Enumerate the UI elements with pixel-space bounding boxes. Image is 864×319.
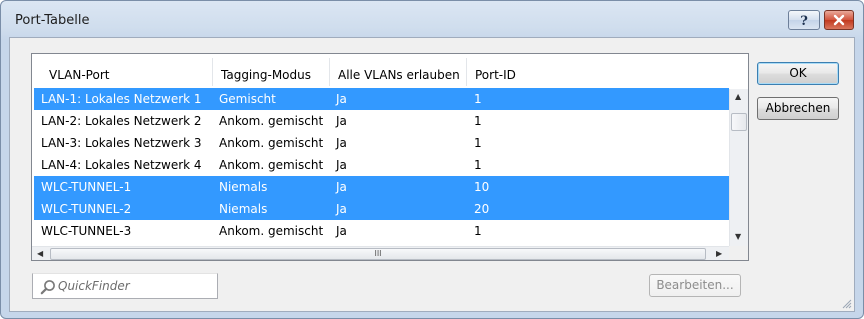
column-header-allow-all-vlans[interactable]: Alle VLANs erlauben (329, 54, 460, 89)
scroll-up-icon[interactable]: ▲ (735, 92, 741, 101)
cell-port-id: 10 (474, 180, 490, 194)
table-row[interactable]: WLC-TUNNEL-1 Niemals Ja 10 (34, 176, 729, 198)
cell-tagging-mode: Niemals (219, 202, 268, 216)
cell-vlan-port: WLC-TUNNEL-3 (41, 224, 132, 238)
cell-allow-all-vlans: Ja (336, 136, 347, 150)
scroll-down-icon[interactable]: ▼ (735, 232, 741, 241)
cell-vlan-port: LAN-4: Lokales Netzwerk 4 (41, 158, 202, 172)
dialog-window: Port-Tabelle ? VLAN-Port Tagging-Modus A… (0, 0, 864, 319)
quickfinder-search-input[interactable]: QuickFinder (32, 273, 218, 299)
window-title: Port-Tabelle (15, 13, 90, 28)
close-button[interactable] (824, 10, 854, 30)
cell-allow-all-vlans: Ja (336, 158, 347, 172)
resize-grip-icon[interactable] (840, 297, 852, 309)
cell-port-id: 1 (474, 114, 482, 128)
search-icon (40, 280, 55, 295)
column-header-tagging-mode[interactable]: Tagging-Modus (212, 54, 311, 89)
help-button[interactable]: ? (788, 10, 820, 30)
cell-tagging-mode: Ankom. gemischt (219, 224, 324, 238)
help-icon: ? (800, 14, 808, 27)
cell-port-id: 1 (474, 158, 482, 172)
cancel-button[interactable]: Abbrechen (757, 97, 839, 120)
cell-vlan-port: WLC-TUNNEL-2 (41, 202, 132, 216)
horizontal-scroll-thumb[interactable]: III (50, 248, 706, 260)
table-body: LAN-1: Lokales Netzwerk 1 Gemischt Ja 1 … (34, 88, 729, 242)
cell-allow-all-vlans: Ja (336, 92, 347, 106)
close-icon (833, 14, 845, 26)
cell-allow-all-vlans: Ja (336, 202, 347, 216)
cell-port-id: 1 (474, 224, 482, 238)
edit-button[interactable]: Bearbeiten... (649, 274, 741, 297)
cell-port-id: 20 (474, 202, 490, 216)
scrollbar-corner (729, 246, 748, 260)
cell-tagging-mode: Niemals (219, 180, 268, 194)
ok-button[interactable]: OK (757, 62, 839, 85)
cell-port-id: 1 (474, 92, 482, 106)
port-table: VLAN-Port Tagging-Modus Alle VLANs erlau… (31, 53, 749, 261)
table-row[interactable]: WLC-TUNNEL-2 Niemals Ja 20 (34, 198, 729, 220)
table-row[interactable]: LAN-2: Lokales Netzwerk 2 Ankom. gemisch… (34, 110, 729, 132)
cell-allow-all-vlans: Ja (336, 114, 347, 128)
scroll-right-icon[interactable]: ▶ (716, 249, 722, 258)
cell-vlan-port: LAN-3: Lokales Netzwerk 3 (41, 136, 202, 150)
table-row[interactable]: WLC-TUNNEL-3 Ankom. gemischt Ja 1 (34, 220, 729, 242)
cell-allow-all-vlans: Ja (336, 180, 347, 194)
title-bar[interactable]: Port-Tabelle ? (1, 1, 863, 37)
svg-text:?: ? (800, 14, 808, 27)
cell-vlan-port: LAN-1: Lokales Netzwerk 1 (41, 92, 202, 106)
cell-tagging-mode: Ankom. gemischt (219, 158, 324, 172)
horizontal-scrollbar[interactable]: ◀ III ▶ (32, 246, 729, 260)
table-row[interactable]: LAN-3: Lokales Netzwerk 3 Ankom. gemisch… (34, 132, 729, 154)
table-row[interactable]: LAN-1: Lokales Netzwerk 1 Gemischt Ja 1 (34, 88, 729, 110)
dialog-content: VLAN-Port Tagging-Modus Alle VLANs erlau… (9, 37, 855, 312)
cell-vlan-port: WLC-TUNNEL-1 (41, 180, 132, 194)
vertical-scroll-thumb[interactable] (731, 113, 747, 131)
cell-allow-all-vlans: Ja (336, 224, 347, 238)
cell-vlan-port: LAN-2: Lokales Netzwerk 2 (41, 114, 202, 128)
scroll-left-icon[interactable]: ◀ (37, 249, 43, 258)
column-header-vlan-port[interactable]: VLAN-Port (40, 54, 109, 89)
cell-tagging-mode: Ankom. gemischt (219, 114, 324, 128)
table-header: VLAN-Port Tagging-Modus Alle VLANs erlau… (32, 54, 729, 89)
cell-port-id: 1 (474, 136, 482, 150)
vertical-scrollbar[interactable]: ▲ ▼ (729, 89, 748, 246)
quickfinder-placeholder: QuickFinder (58, 279, 130, 293)
cell-tagging-mode: Ankom. gemischt (219, 136, 324, 150)
cell-tagging-mode: Gemischt (219, 92, 276, 106)
column-header-port-id[interactable]: Port-ID (466, 54, 516, 89)
table-row[interactable]: LAN-4: Lokales Netzwerk 4 Ankom. gemisch… (34, 154, 729, 176)
